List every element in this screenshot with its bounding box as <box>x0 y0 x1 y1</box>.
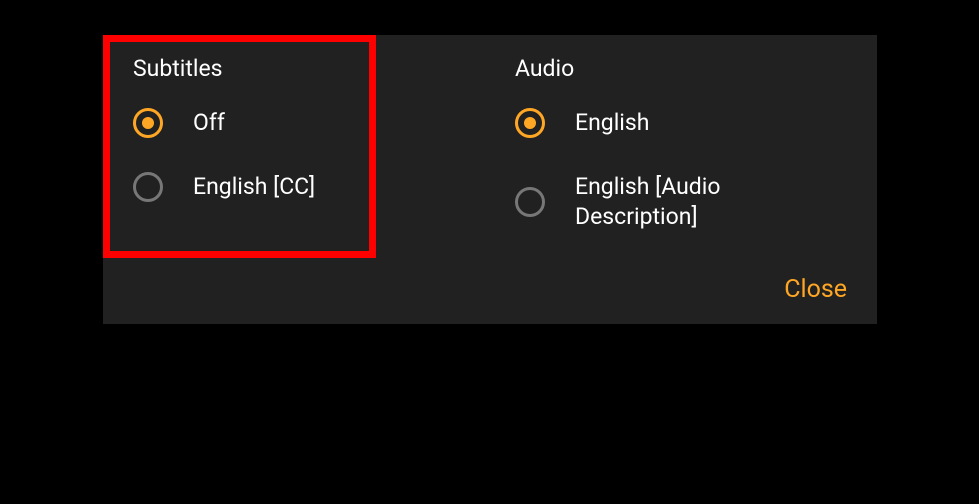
radio-unselected-icon <box>515 187 545 217</box>
radio-label: English [CC] <box>193 172 315 202</box>
columns-container: Subtitles Off English [CC] Audio English <box>133 55 847 266</box>
subtitles-title: Subtitles <box>133 55 465 82</box>
subtitles-option-off[interactable]: Off <box>133 108 465 138</box>
radio-label: Off <box>193 108 225 138</box>
subtitles-column: Subtitles Off English [CC] <box>133 55 465 266</box>
radio-selected-icon <box>515 108 545 138</box>
close-button[interactable]: Close <box>784 275 847 304</box>
radio-unselected-icon <box>133 172 163 202</box>
radio-label: English [Audio Description] <box>575 172 847 232</box>
audio-title: Audio <box>515 55 847 82</box>
audio-column: Audio English English [Audio Description… <box>515 55 847 266</box>
radio-selected-icon <box>133 108 163 138</box>
radio-label: English <box>575 108 649 138</box>
audio-option-english[interactable]: English <box>515 108 847 138</box>
settings-panel: Subtitles Off English [CC] Audio English <box>103 35 877 324</box>
audio-option-english-description[interactable]: English [Audio Description] <box>515 172 847 232</box>
subtitles-option-english-cc[interactable]: English [CC] <box>133 172 465 202</box>
